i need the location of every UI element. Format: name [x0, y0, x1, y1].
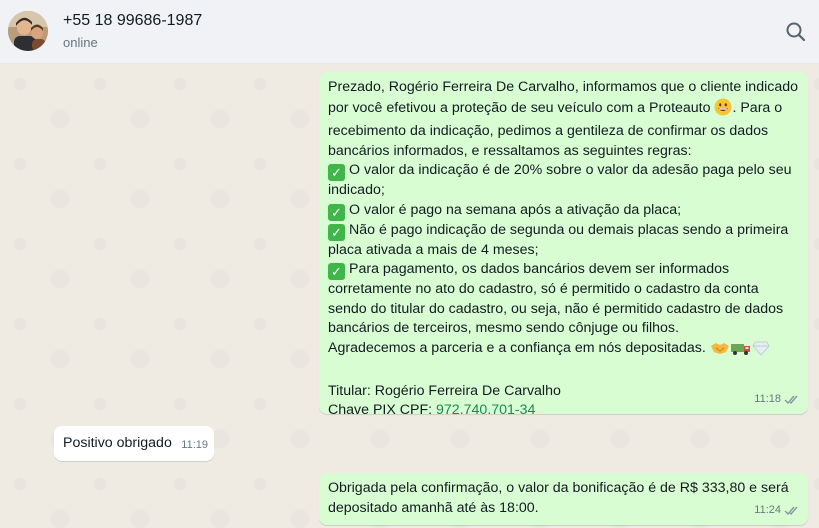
message-line: Prezado, Rogério Ferreira De Carvalho, i…	[328, 79, 798, 95]
check-mark-icon: ✓	[328, 164, 345, 181]
message-meta: 11:18	[754, 390, 800, 410]
message-line: bancários de terceiros, mesmo sendo cônj…	[328, 320, 679, 336]
message-time: 11:18	[754, 392, 781, 405]
message-text: O valor da indicação é de 20% sobre o va…	[349, 162, 792, 178]
message-line: Obrigada pela confirmação, o valor da bo…	[328, 480, 789, 496]
pix-key-link[interactable]: 972.740.701-34	[436, 402, 535, 418]
message-text: . Para o	[732, 99, 783, 116]
contact-name[interactable]: +55 18 99686-1987	[63, 12, 202, 30]
message-time: 11:19	[181, 438, 208, 451]
message-time: 11:24	[754, 503, 781, 516]
message-line: Chave PIX CPF: 972.740.701-34	[328, 401, 799, 421]
message-line: ✓ O valor da indicação é de 20% sobre o v…	[328, 161, 799, 181]
double-check-icon	[784, 395, 798, 404]
message-line: ✓ O valor é pago na semana após a ativaçã…	[328, 201, 799, 221]
message-line: recebimento da indicação, pedimos a gent…	[328, 123, 769, 139]
grinning-face-emoji-icon	[714, 98, 732, 123]
chat-header: +55 18 99686-1987 online	[0, 0, 819, 64]
handshake-emoji-icon	[710, 340, 730, 363]
truck-emoji-icon	[730, 340, 752, 363]
message-line: ✓ Não é pago indicação de segunda ou dema…	[328, 221, 799, 241]
message-bubble-outgoing[interactable]: Prezado, Rogério Ferreira De Carvalho, i…	[319, 72, 808, 418]
message-text: Agradecemos a parceria e a confiança em …	[328, 339, 710, 356]
search-icon	[786, 22, 806, 42]
double-check-icon	[784, 506, 798, 515]
message-text: Para pagamento, os dados bancários devem…	[349, 261, 730, 277]
avatar-photo	[8, 11, 48, 51]
message-bubble-outgoing[interactable]: Obrigada pela confirmação, o valor da bo…	[319, 473, 808, 525]
contact-avatar[interactable]	[8, 11, 48, 51]
message-line: por você efetivou a proteção de seu veíc…	[328, 98, 799, 123]
message-line: ✓ Para pagamento, os dados bancários deve…	[328, 260, 799, 280]
message-line: Agradecemos a parceria e a confiança em …	[328, 339, 799, 363]
diamond-emoji-icon	[752, 340, 770, 363]
message-meta: 11:24	[754, 501, 800, 521]
message-text: Positivo obrigado	[63, 435, 172, 451]
message-line: depositado amanhã até às 18:00.	[328, 499, 539, 516]
message-line: placa ativada a mais de 4 meses;	[328, 241, 539, 258]
check-mark-icon: ✓	[328, 223, 345, 241]
chat-area[interactable]: Prezado, Rogério Ferreira De Carvalho, i…	[0, 64, 819, 528]
message-line: indicado;	[328, 182, 385, 198]
message-line: sendo do titular do cadastro, ou seja, n…	[328, 300, 784, 317]
message-line: Titular: Rogério Ferreira De Carvalho	[328, 382, 561, 399]
message-text: Não é pago indicação de segunda ou demai…	[349, 221, 789, 238]
check-mark-icon: ✓	[328, 263, 345, 280]
message-text: Chave PIX CPF:	[328, 402, 437, 418]
message-line: corretamente no ato do cadastro, só é pe…	[328, 281, 759, 297]
message-line: bancários informados, e ressaltamos as s…	[328, 142, 692, 159]
contact-status: online	[63, 35, 98, 50]
message-text: O valor é pago na semana após a ativação…	[349, 201, 682, 218]
message-bubble-incoming[interactable]: Positivo obrigado 11:19	[54, 426, 214, 461]
message-text: por você efetivou a proteção de seu veíc…	[328, 99, 715, 116]
check-mark-icon: ✓	[328, 203, 345, 221]
search-button[interactable]	[783, 19, 809, 45]
